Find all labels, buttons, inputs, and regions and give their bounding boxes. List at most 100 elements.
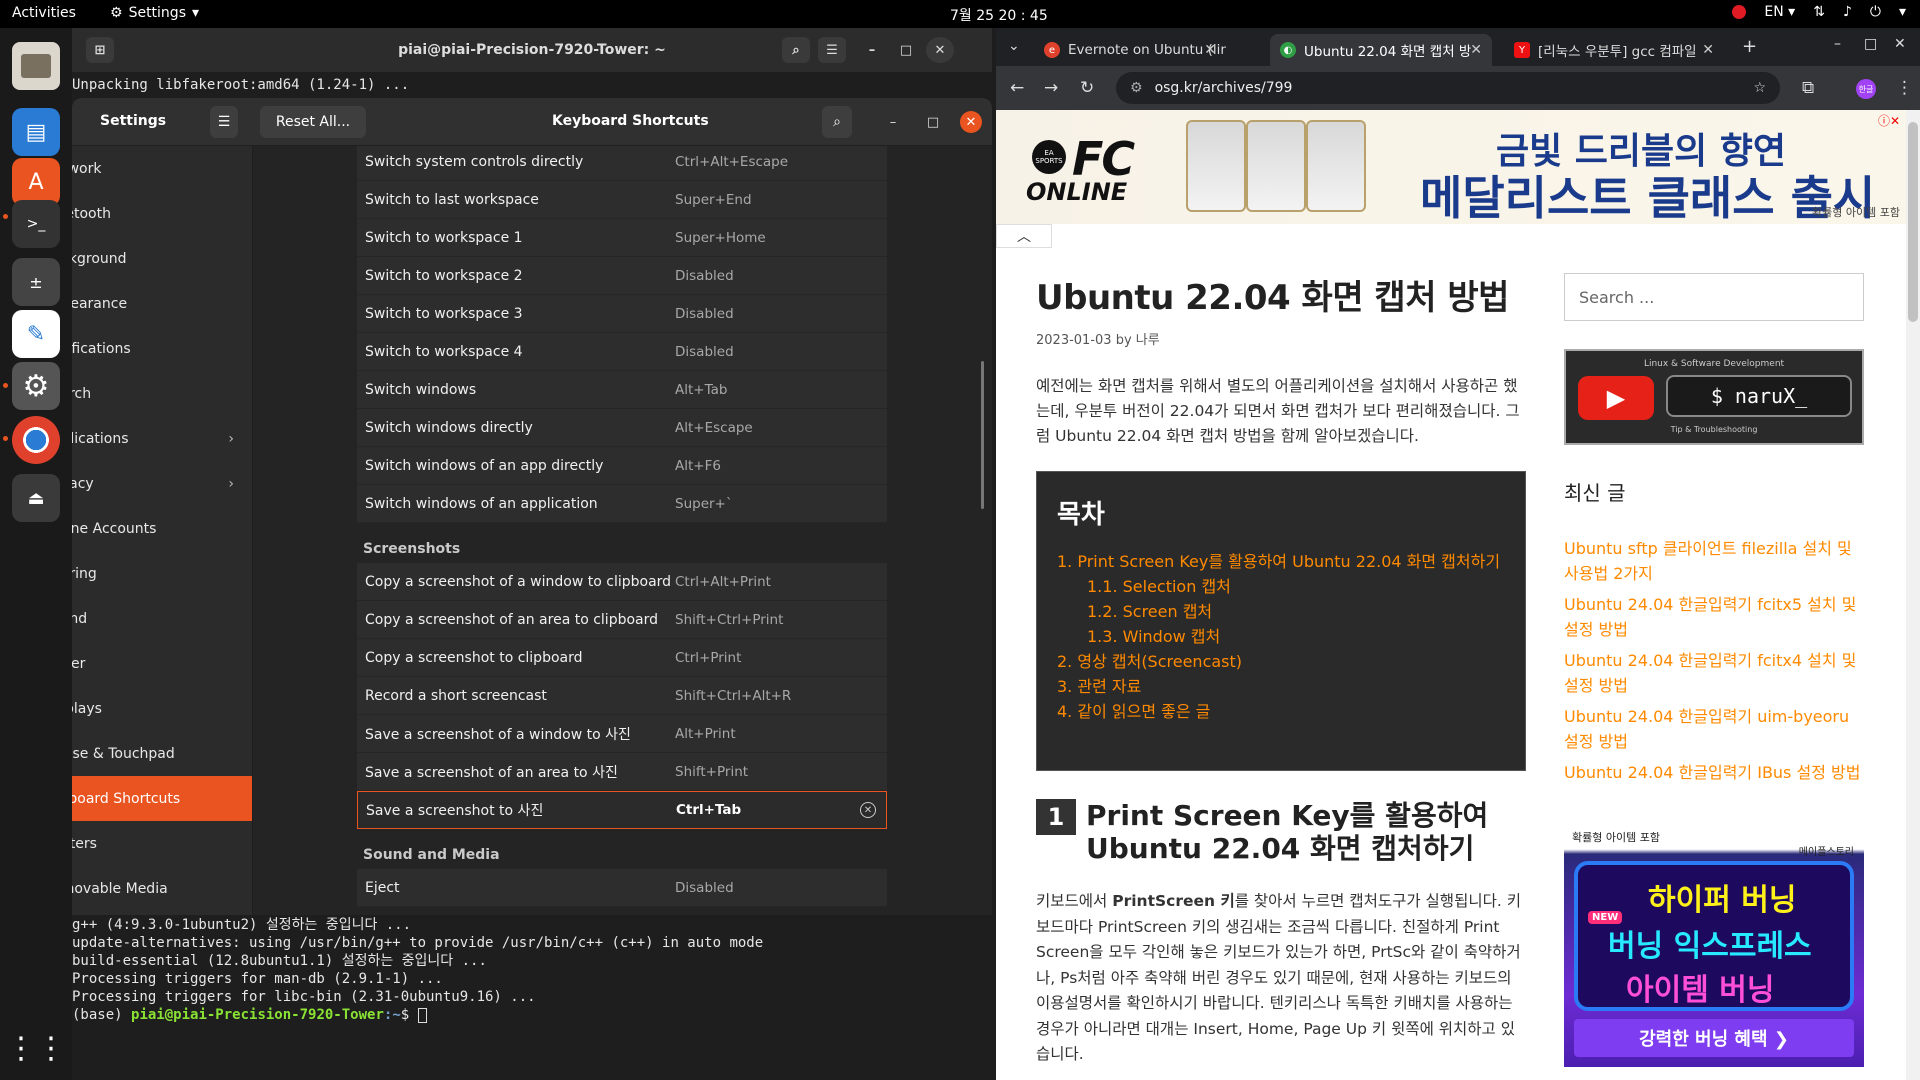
back-icon[interactable]: ← [1010, 78, 1024, 98]
search-icon[interactable]: ⌕ [822, 106, 852, 138]
scrollbar-thumb[interactable] [1908, 122, 1918, 322]
shortcut-row[interactable]: Switch to workspace 3 Disabled [357, 295, 887, 333]
ad-close-icon[interactable]: ⓘ✕ [1878, 112, 1900, 129]
ad-banner[interactable]: EA SPORTS FC ONLINE 금빛 드리블의 향연 메달리스트 클래스… [996, 110, 1906, 224]
new-tab-button[interactable]: + [1742, 36, 1757, 57]
sidebar-item[interactable]: Removable Media [72, 866, 252, 911]
shortcut-row[interactable]: Copy a screenshot to clipboard Ctrl+Print [357, 639, 887, 677]
toc-item[interactable]: 1.2. Screen 캡처 [1057, 599, 1505, 624]
toc-item[interactable]: 1.1. Selection 캡처 [1057, 574, 1505, 599]
shortcut-row[interactable]: Switch windows Alt+Tab [357, 371, 887, 409]
maximize-icon[interactable]: □ [1864, 36, 1877, 52]
bookmark-star-icon[interactable]: ☆ [1753, 80, 1766, 96]
sidebar-item[interactable]: Printers [72, 821, 252, 866]
sidebar-item[interactable]: Network [72, 146, 252, 191]
tab-active[interactable]: ◐ Ubuntu 22.04 화면 캡처 방 ✕ [1270, 34, 1492, 66]
tab-search-icon[interactable]: ⌄ [1008, 38, 1020, 54]
page-scrollbar[interactable] [1906, 110, 1920, 1080]
minimize-icon[interactable]: – [858, 37, 886, 63]
address-bar[interactable]: ⚙ osg.kr/archives/799 ☆ [1116, 72, 1780, 104]
shortcut-row[interactable]: Switch system controls directly Ctrl+Alt+… [357, 146, 887, 181]
shortcut-row-editing[interactable]: Save a screenshot to 사진 Ctrl+Tab ✕ [357, 791, 887, 829]
toc-item[interactable]: 3. 관련 자료 [1057, 674, 1505, 699]
app-menu[interactable]: ⚙ Settings ▾ [110, 5, 199, 21]
minimize-icon[interactable]: – [882, 111, 904, 133]
more-menu-icon[interactable]: ⋮ [1896, 78, 1913, 98]
new-tab-icon[interactable]: ⊞ [86, 37, 114, 63]
shortcut-row[interactable]: Copy a screenshot of a window to clipboa… [357, 563, 887, 601]
sidebar-item[interactable]: Displays [72, 686, 252, 731]
terminal-icon[interactable]: >_ [12, 200, 60, 248]
youtube-channel-banner[interactable]: Linux & Software Development ▶ $ naruX_ … [1564, 349, 1864, 445]
calculator-icon[interactable]: ± [12, 258, 60, 306]
usb-drive-icon[interactable]: ⏏ [12, 474, 60, 522]
network-icon[interactable]: ⇅ [1813, 4, 1825, 20]
shortcut-row[interactable]: Save a screenshot of an area to 사진 Shift+… [357, 753, 887, 791]
shortcut-row[interactable]: Switch windows of an application Super+` [357, 485, 887, 523]
sidebar-item[interactable]: Online Accounts [72, 506, 252, 551]
text-editor-icon[interactable]: ✎ [12, 310, 60, 358]
app-grid-icon[interactable]: ⋮⋮ [6, 1024, 66, 1072]
close-tab-icon[interactable]: ✕ [1204, 42, 1216, 58]
recording-icon[interactable] [1732, 5, 1747, 19]
close-tab-icon[interactable]: ✕ [1702, 42, 1714, 58]
writer-icon[interactable]: ▤ [12, 108, 60, 156]
hamburger-menu-icon[interactable]: ☰ [210, 106, 238, 138]
sidebar-item[interactable]: Bluetooth [72, 191, 252, 236]
terminal-prompt[interactable]: (base) piai@piai-Precision-7920-Tower:~$ [72, 1006, 763, 1024]
settings-icon[interactable]: ⚙ [12, 362, 60, 410]
toc-item[interactable]: 4. 같이 읽으면 좋은 글 [1057, 699, 1505, 724]
tab[interactable]: e Evernote on Ubuntu (lin ✕ [1034, 34, 1226, 66]
recent-post-link[interactable]: Ubuntu sftp 클라이언트 filezilla 설치 및 사용법 2가지 [1564, 536, 1864, 586]
shortcut-row[interactable]: Save a screenshot of a window to 사진 Alt+P… [357, 715, 887, 753]
tab[interactable]: Y [리눅스 우분투] gcc 컴파일 ✕ [1504, 34, 1724, 66]
sidebar-item[interactable]: Privacy › [72, 461, 252, 506]
sidebar-item[interactable]: Notifications [72, 326, 252, 371]
maximize-icon[interactable]: □ [922, 111, 944, 133]
close-icon[interactable]: ✕ [926, 37, 954, 63]
toc-item[interactable]: 2. 영상 캡처(Screencast) [1057, 649, 1505, 674]
maximize-icon[interactable]: □ [892, 37, 920, 63]
recent-post-link[interactable]: Ubuntu 24.04 한글입력기 uim-byeoru 설정 방법 [1564, 704, 1864, 754]
sidebar-item[interactable]: Sound [72, 596, 252, 641]
toc-item[interactable]: 1. Print Screen Key를 활용하여 Ubuntu 22.04 화… [1057, 549, 1505, 574]
game-ad[interactable]: 확률형 아이템 포함 메이플스토리 하이퍼 버닝 NEW 버닝 익스프레스 아이… [1564, 825, 1864, 1067]
profile-avatar[interactable]: 한글 [1856, 79, 1876, 99]
shortcut-row[interactable]: Eject Disabled [357, 869, 887, 907]
chrome-icon[interactable] [12, 416, 60, 464]
shortcut-row[interactable]: Switch to workspace 1 Super+Home [357, 219, 887, 257]
recent-post-link[interactable]: Ubuntu 24.04 한글입력기 fcitx5 설치 및 설정 방법 [1564, 592, 1864, 642]
search-input[interactable]: Search ... [1564, 273, 1864, 321]
post-author[interactable]: 나루 [1136, 333, 1160, 348]
close-icon[interactable]: ✕ [1894, 36, 1906, 52]
recent-post-link[interactable]: Ubuntu 24.04 한글입력기 IBus 설정 방법 [1564, 760, 1864, 785]
volume-icon[interactable]: ♪ [1843, 4, 1852, 20]
sidebar-item[interactable]: Applications › [72, 416, 252, 461]
reload-icon[interactable]: ↻ [1080, 78, 1094, 98]
sidebar-item[interactable]: Power [72, 641, 252, 686]
toc-item[interactable]: 1.3. Window 캡처 [1057, 624, 1505, 649]
language-indicator[interactable]: EN ▾ [1764, 4, 1795, 20]
sidebar-item[interactable]: Search [72, 371, 252, 416]
shortcut-row[interactable]: Record a short screencast Shift+Ctrl+Alt+… [357, 677, 887, 715]
chevron-down-icon[interactable]: ▾ [1899, 4, 1906, 20]
shortcut-row[interactable]: Switch to workspace 2 Disabled [357, 257, 887, 295]
shortcut-row[interactable]: Switch to last workspace Super+End [357, 181, 887, 219]
shortcut-row[interactable]: Switch to workspace 4 Disabled [357, 333, 887, 371]
close-icon[interactable]: ✕ [960, 111, 982, 133]
sidebar-item[interactable]: Mouse & Touchpad [72, 731, 252, 776]
close-tab-icon[interactable]: ✕ [1470, 42, 1482, 58]
post-date[interactable]: 2023-01-03 [1036, 333, 1112, 348]
menu-icon[interactable]: ☰ [818, 37, 846, 63]
extensions-icon[interactable]: ⧉ [1802, 78, 1814, 98]
recent-post-link[interactable]: Ubuntu 24.04 한글입력기 fcitx4 설치 및 설정 방법 [1564, 648, 1864, 698]
sidebar-item[interactable]: Background [72, 236, 252, 281]
shortcut-row[interactable]: Copy a screenshot of an area to clipboar… [357, 601, 887, 639]
collapse-ad-button[interactable]: ︿ [996, 224, 1052, 248]
power-icon[interactable]: ⏻ [1870, 4, 1881, 20]
site-info-icon[interactable]: ⚙ [1130, 80, 1143, 96]
sidebar-item[interactable]: Appearance [72, 281, 252, 326]
software-center-icon[interactable]: A [12, 158, 60, 206]
minimize-icon[interactable]: – [1834, 36, 1841, 52]
scrollbar[interactable] [981, 361, 984, 509]
